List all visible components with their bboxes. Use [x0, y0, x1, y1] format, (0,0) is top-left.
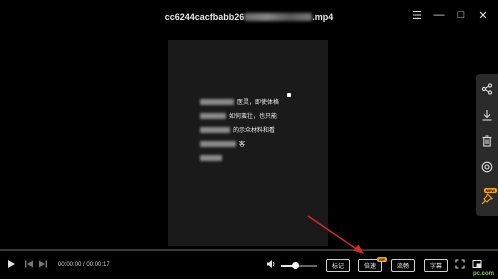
side-toolbar [476, 74, 498, 216]
share-icon[interactable] [480, 82, 494, 96]
video-line-1: 医灵，即使体格 [200, 98, 279, 106]
volume-knob[interactable] [291, 262, 299, 269]
pin-new-badge: NEW [483, 188, 497, 193]
player-controls: 00:00:00 / 00:00:17 标记 倍速 VIP 流畅 字幕 [0, 256, 498, 276]
fullscreen-icon[interactable] [455, 259, 465, 269]
video-text-overlay: 医灵，即使体格 如何蛮壮，也只能 的示众材料和看 客 [198, 96, 302, 186]
video-line-3: 的示众材料和看 [200, 126, 275, 134]
video-line-4: 客 [200, 140, 245, 148]
menu-icon[interactable]: ☰ [408, 7, 426, 23]
time-display: 00:00:00 / 00:00:17 [58, 262, 110, 268]
seek-bar[interactable] [0, 249, 498, 251]
subtitle-button[interactable]: 字幕 [424, 259, 448, 272]
watermark: pc.com [472, 271, 494, 277]
close-icon[interactable]: ✕ [474, 7, 492, 23]
mark-button[interactable]: 标记 [326, 259, 350, 272]
play-icon[interactable] [6, 259, 16, 269]
target-icon[interactable] [480, 160, 494, 174]
download-icon[interactable] [480, 108, 494, 122]
maximize-icon[interactable]: □ [452, 7, 470, 23]
next-icon[interactable] [38, 259, 48, 269]
speed-button[interactable]: 倍速 VIP [358, 257, 387, 272]
window-controls: ☰ — □ ✕ [408, 7, 492, 23]
pin-icon[interactable] [480, 192, 494, 206]
speed-vip-badge: VIP [376, 257, 387, 262]
video-line-5 [200, 154, 222, 161]
video-frame[interactable]: 医灵，即使体格 如何蛮壮，也只能 的示众材料和看 客 [168, 40, 328, 246]
volume-icon[interactable] [266, 259, 276, 269]
video-line-2: 如何蛮壮，也只能 [200, 112, 277, 120]
title-redacted-block [244, 13, 313, 21]
pip-icon[interactable] [472, 259, 482, 269]
title-suffix: .mp4 [312, 12, 334, 22]
quality-button[interactable]: 流畅 [391, 259, 415, 272]
delete-icon[interactable] [480, 134, 494, 148]
minimize-icon[interactable]: — [430, 7, 448, 23]
prev-icon[interactable] [24, 259, 34, 269]
volume-slider[interactable] [281, 262, 317, 269]
title-prefix: cc6244cacfbabb26 [164, 12, 245, 22]
